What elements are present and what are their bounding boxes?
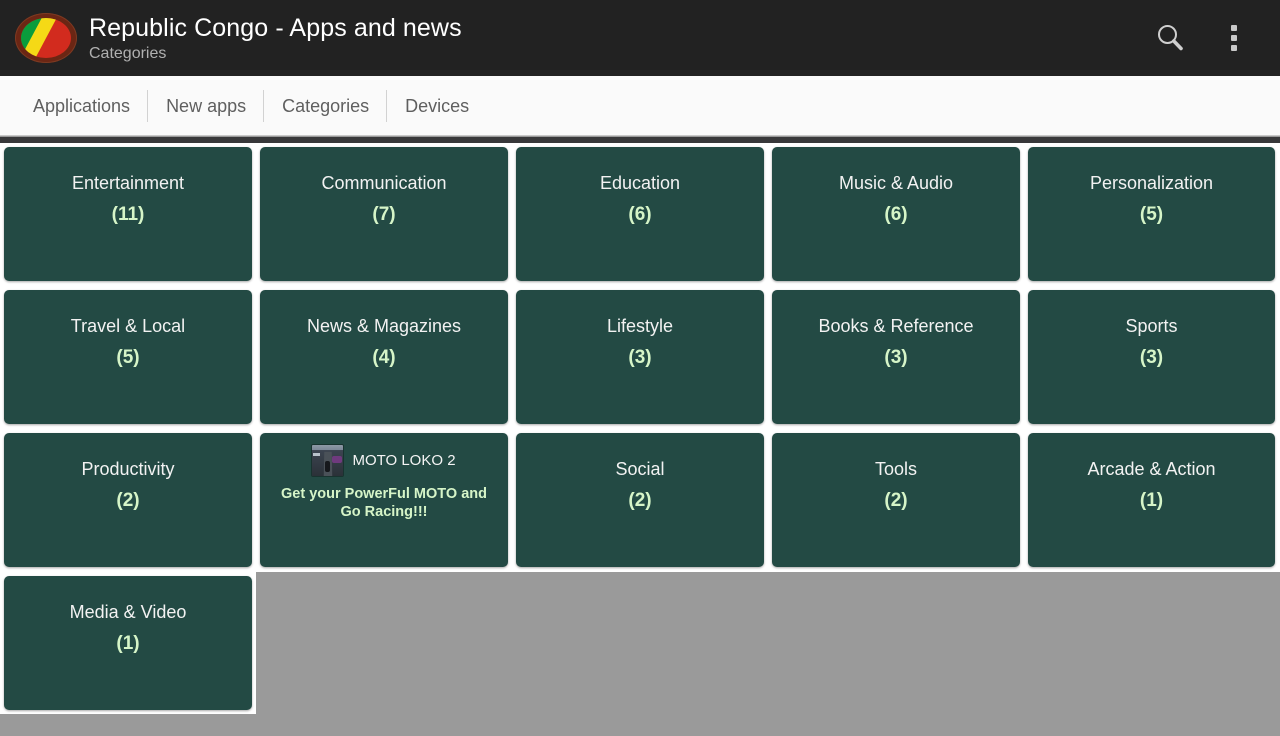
category-tile-books-and-reference[interactable]: Books & Reference (3) <box>772 290 1020 424</box>
overflow-menu-icon <box>1231 25 1237 51</box>
category-count: (2) <box>772 490 1020 512</box>
category-grid-row: Entertainment (11) Communication (7) Edu… <box>0 143 1280 286</box>
header-actions <box>1138 0 1280 76</box>
category-count: (1) <box>1028 490 1275 512</box>
category-count: (2) <box>516 490 764 512</box>
category-count: (6) <box>516 204 764 226</box>
category-count: (5) <box>1028 204 1275 226</box>
tab-categories[interactable]: Categories <box>264 90 387 122</box>
category-name: Arcade & Action <box>1028 458 1275 480</box>
category-tile-communication[interactable]: Communication (7) <box>260 147 508 281</box>
category-tile-tools[interactable]: Tools (2) <box>772 433 1020 567</box>
moto-racing-thumbnail-icon <box>312 445 343 476</box>
category-name: Travel & Local <box>4 315 252 337</box>
category-count: (5) <box>4 347 252 369</box>
category-count: (1) <box>4 633 252 655</box>
category-name: Books & Reference <box>772 315 1020 337</box>
category-tile-productivity[interactable]: Productivity (2) <box>4 433 252 567</box>
category-grid-row: Media & Video (1) <box>0 572 256 714</box>
category-grid-row: Travel & Local (5) News & Magazines (4) … <box>0 286 1280 429</box>
category-tile-entertainment[interactable]: Entertainment (11) <box>4 147 252 281</box>
category-grid-row: Productivity (2) MOTO LOKO 2 Get your Po… <box>0 429 1280 572</box>
category-tile-music-and-audio[interactable]: Music & Audio (6) <box>772 147 1020 281</box>
category-name: Entertainment <box>4 172 252 194</box>
category-count: (7) <box>260 204 508 226</box>
category-count: (3) <box>1028 347 1275 369</box>
category-name: Personalization <box>1028 172 1275 194</box>
category-tile-travel-and-local[interactable]: Travel & Local (5) <box>4 290 252 424</box>
category-tile-arcade-and-action[interactable]: Arcade & Action (1) <box>1028 433 1275 567</box>
page-subtitle: Categories <box>89 43 462 64</box>
category-tile-sports[interactable]: Sports (3) <box>1028 290 1275 424</box>
category-count: (6) <box>772 204 1020 226</box>
overflow-menu-button[interactable] <box>1202 0 1266 76</box>
app-header: Republic Congo - Apps and news Categorie… <box>0 0 1280 76</box>
ad-body-text: Get your PowerFul MOTO and Go Racing!!! <box>274 485 494 521</box>
category-count: (11) <box>4 204 252 226</box>
category-tile-media-and-video[interactable]: Media & Video (1) <box>4 576 252 710</box>
ad-title: MOTO LOKO 2 <box>352 452 455 469</box>
category-name: Education <box>516 172 764 194</box>
category-count: (4) <box>260 347 508 369</box>
category-name: Communication <box>260 172 508 194</box>
category-name: Productivity <box>4 458 252 480</box>
category-name: Lifestyle <box>516 315 764 337</box>
search-button[interactable] <box>1138 0 1202 76</box>
ad-header: MOTO LOKO 2 <box>260 445 508 476</box>
tab-new-apps[interactable]: New apps <box>148 90 264 122</box>
category-tile-social[interactable]: Social (2) <box>516 433 764 567</box>
category-count: (3) <box>772 347 1020 369</box>
category-name: Media & Video <box>4 601 252 623</box>
category-name: Tools <box>772 458 1020 480</box>
tab-devices[interactable]: Devices <box>387 90 487 122</box>
category-name: News & Magazines <box>260 315 508 337</box>
category-name: Music & Audio <box>772 172 1020 194</box>
category-tile-personalization[interactable]: Personalization (5) <box>1028 147 1275 281</box>
header-titles: Republic Congo - Apps and news Categorie… <box>89 13 462 64</box>
category-count: (2) <box>4 490 252 512</box>
page-title: Republic Congo - Apps and news <box>89 13 462 43</box>
category-name: Social <box>516 458 764 480</box>
category-grid: Entertainment (11) Communication (7) Edu… <box>0 143 1280 736</box>
category-name: Sports <box>1028 315 1275 337</box>
category-tile-education[interactable]: Education (6) <box>516 147 764 281</box>
category-tile-news-and-magazines[interactable]: News & Magazines (4) <box>260 290 508 424</box>
search-icon <box>1153 21 1187 55</box>
advertisement-tile[interactable]: MOTO LOKO 2 Get your PowerFul MOTO and G… <box>260 433 508 567</box>
category-tile-lifestyle[interactable]: Lifestyle (3) <box>516 290 764 424</box>
congo-flag-oval-logo-icon <box>15 13 77 63</box>
tab-applications[interactable]: Applications <box>15 90 148 122</box>
category-count: (3) <box>516 347 764 369</box>
tab-bar: Applications New apps Categories Devices <box>0 76 1280 136</box>
app-root: Republic Congo - Apps and news Categorie… <box>0 0 1280 736</box>
